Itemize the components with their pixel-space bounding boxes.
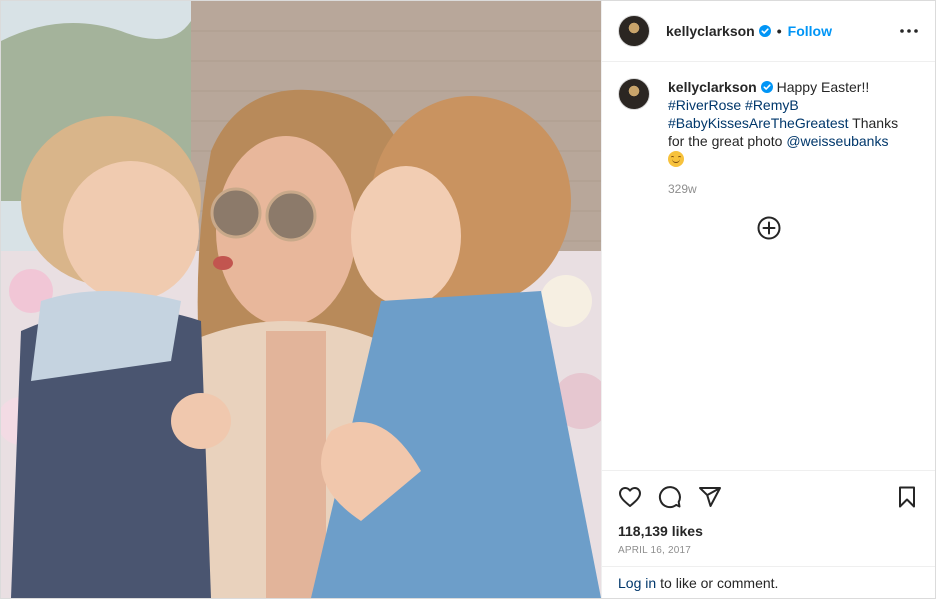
caption-text-start: Happy Easter!! [776, 79, 870, 95]
smiling-face-emoji-icon [668, 151, 684, 167]
follow-button[interactable]: Follow [788, 23, 832, 39]
mention-weisseubanks[interactable]: @weisseubanks [786, 133, 888, 149]
caption: kellyclarkson Happy Easter!! #RiverRose … [618, 78, 919, 198]
separator-dot: • [776, 23, 782, 39]
post-image[interactable] [1, 1, 601, 598]
avatar[interactable] [618, 15, 650, 47]
login-prompt-text: to like or comment. [660, 574, 779, 591]
hashtag-remyb[interactable]: #RemyB [745, 97, 799, 113]
caption-username[interactable]: kellyclarkson [668, 79, 757, 95]
comments-section: kellyclarkson Happy Easter!! #RiverRose … [602, 62, 935, 470]
login-link[interactable]: Log in [618, 575, 656, 591]
hashtag-riverrose[interactable]: #RiverRose [668, 97, 741, 113]
hashtag-babykisses[interactable]: #BabyKissesAreTheGreatest [668, 115, 849, 131]
engagement-section: 118,139 likes APRIL 16, 2017 Log in to l… [602, 470, 935, 598]
bookmark-icon[interactable] [895, 485, 919, 509]
verified-badge-icon [758, 25, 771, 37]
login-prompt: Log in to like or comment. [602, 566, 935, 598]
action-bar [602, 471, 935, 523]
heart-icon[interactable] [618, 485, 642, 509]
post-sidebar: kellyclarkson • Follow kellyclarkson Hap… [601, 1, 935, 598]
load-more-comments-icon[interactable] [757, 216, 781, 240]
caption-avatar[interactable] [618, 78, 650, 110]
post-photo [1, 1, 601, 598]
comment-icon[interactable] [658, 485, 682, 509]
header-username[interactable]: kellyclarkson [666, 23, 755, 39]
likes-count[interactable]: 118,139 likes [602, 523, 935, 539]
caption-body: kellyclarkson Happy Easter!! #RiverRose … [668, 78, 908, 198]
post-header: kellyclarkson • Follow [602, 1, 935, 62]
post-date[interactable]: APRIL 16, 2017 [602, 539, 935, 566]
caption-timestamp[interactable]: 329w [668, 180, 908, 198]
instagram-post: kellyclarkson • Follow kellyclarkson Hap… [0, 0, 936, 599]
share-icon[interactable] [698, 485, 722, 509]
more-options-icon[interactable] [897, 19, 921, 43]
verified-badge-icon [760, 81, 773, 93]
